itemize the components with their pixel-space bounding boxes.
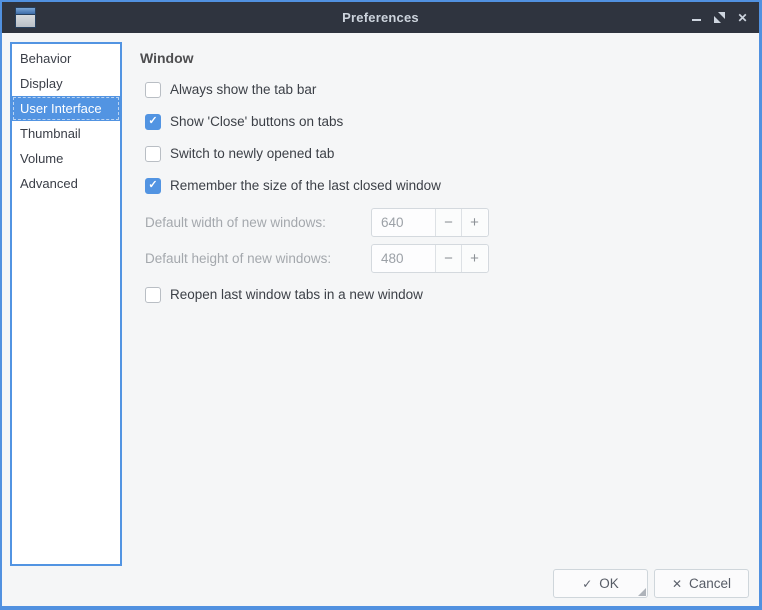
checkbox-row-tab-bar: ✓ Always show the tab bar xyxy=(145,81,316,98)
default-width-spinbox: 640 − + xyxy=(371,208,489,237)
sidebar-item-user-interface[interactable]: User Interface xyxy=(12,96,120,121)
default-height-label: Default height of new windows: xyxy=(145,244,331,273)
cancel-button[interactable]: ✕ Cancel xyxy=(654,569,749,598)
ok-button-label: OK xyxy=(599,576,619,591)
section-heading: Window xyxy=(140,50,194,66)
checkbox-reopen-last-tabs[interactable]: ✓ xyxy=(145,287,161,303)
window-title: Preferences xyxy=(2,10,759,25)
checkbox-always-show-tab-bar[interactable]: ✓ xyxy=(145,82,161,98)
sidebar-item-advanced[interactable]: Advanced xyxy=(12,171,120,196)
checkbox-label: Reopen last window tabs in a new window xyxy=(170,287,423,302)
checkbox-row-remember-size: ✓ Remember the size of the last closed w… xyxy=(145,177,441,194)
default-width-label: Default width of new windows: xyxy=(145,208,326,237)
checkbox-show-close-buttons[interactable]: ✓ xyxy=(145,114,161,130)
titlebar-controls: ✕ xyxy=(688,2,751,33)
checkbox-label: Switch to newly opened tab xyxy=(170,146,334,161)
restore-button[interactable] xyxy=(711,9,728,26)
minimize-button[interactable] xyxy=(688,9,705,26)
ok-button[interactable]: ✓ OK xyxy=(553,569,648,598)
height-decrement-button[interactable]: − xyxy=(435,245,461,272)
checkbox-label: Show 'Close' buttons on tabs xyxy=(170,114,343,129)
width-increment-button[interactable]: + xyxy=(461,209,487,236)
default-height-spinbox: 480 − + xyxy=(371,244,489,273)
check-icon: ✓ xyxy=(148,116,157,127)
sidebar-item-behavior[interactable]: Behavior xyxy=(12,46,120,71)
window-icon xyxy=(15,7,36,28)
default-width-input[interactable]: 640 xyxy=(372,209,435,236)
checkbox-switch-to-new-tab[interactable]: ✓ xyxy=(145,146,161,162)
check-icon: ✓ xyxy=(148,180,157,191)
close-button[interactable]: ✕ xyxy=(734,9,751,26)
checkbox-remember-window-size[interactable]: ✓ xyxy=(145,178,161,194)
sidebar-item-display[interactable]: Display xyxy=(12,71,120,96)
checkbox-row-close-buttons: ✓ Show 'Close' buttons on tabs xyxy=(145,113,343,130)
minimize-icon xyxy=(692,19,701,21)
checkbox-row-reopen-tabs: ✓ Reopen last window tabs in a new windo… xyxy=(145,286,423,303)
titlebar: Preferences ✕ xyxy=(2,2,759,33)
cancel-button-label: Cancel xyxy=(689,576,731,591)
cross-icon: ✕ xyxy=(672,578,682,590)
default-button-marker xyxy=(638,588,646,596)
checkbox-label: Always show the tab bar xyxy=(170,82,316,97)
sidebar-item-volume[interactable]: Volume xyxy=(12,146,120,171)
category-list: Behavior Display User Interface Thumbnai… xyxy=(10,42,122,566)
restore-icon xyxy=(714,12,725,23)
checkbox-label: Remember the size of the last closed win… xyxy=(170,178,441,193)
default-height-input[interactable]: 480 xyxy=(372,245,435,272)
check-icon: ✓ xyxy=(582,578,592,590)
close-icon: ✕ xyxy=(737,12,747,24)
height-increment-button[interactable]: + xyxy=(461,245,487,272)
width-decrement-button[interactable]: − xyxy=(435,209,461,236)
sidebar-item-thumbnail[interactable]: Thumbnail xyxy=(12,121,120,146)
preferences-window: Preferences ✕ Behavior Display User Inte… xyxy=(0,0,762,610)
checkbox-row-switch-tab: ✓ Switch to newly opened tab xyxy=(145,145,334,162)
